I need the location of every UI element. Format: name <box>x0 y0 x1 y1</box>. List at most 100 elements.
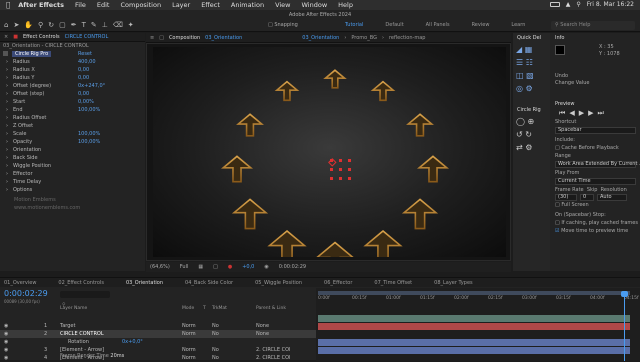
arrow-element[interactable] <box>314 241 356 277</box>
workspace-default[interactable]: Default <box>385 22 403 28</box>
resolution-select[interactable]: Full <box>180 264 189 270</box>
hand-tool-icon[interactable]: ✋ <box>24 21 33 29</box>
property-value[interactable]: 100,00% <box>78 139 100 145</box>
menu-effect[interactable]: Effect <box>201 1 220 9</box>
timeline-tab-7[interactable]: 08_Layer Types <box>434 280 472 286</box>
full-screen-checkbox[interactable]: □ Full Screen <box>551 201 640 209</box>
frame-rate-select[interactable]: (30) <box>555 194 577 201</box>
visibility-icon[interactable]: ◉ <box>4 323 8 329</box>
layer-name[interactable]: Rotation <box>68 339 89 345</box>
ec-property-row[interactable]: › Radius 400,00 <box>0 58 145 66</box>
visibility-icon[interactable]: ◉ <box>4 339 8 345</box>
menu-edit[interactable]: Edit <box>97 1 110 9</box>
visibility-icon[interactable]: ◉ <box>4 331 8 337</box>
if-caching-checkbox[interactable]: □ If caching, play cached frames <box>551 219 640 227</box>
timeline-tab-2[interactable]: 03_Orientation <box>126 280 163 286</box>
wifi-icon[interactable]: ▲ <box>566 1 571 8</box>
composition-canvas[interactable] <box>153 47 506 277</box>
layer-name[interactable]: Target <box>60 323 75 329</box>
layer-mode[interactable]: Norm <box>182 347 196 353</box>
arrow-element[interactable] <box>220 155 254 183</box>
search-help-input[interactable]: ⚲ Search Help <box>551 21 635 30</box>
ec-property-row[interactable]: › Radius X 0,00 <box>0 66 145 74</box>
search-icon[interactable]: ⚲ <box>576 1 580 8</box>
property-value[interactable]: 100,00% <box>78 107 100 113</box>
settings-icon[interactable]: ⚙ <box>526 84 533 93</box>
composition-tab-name[interactable]: 03_Orientation <box>205 35 242 41</box>
property-expand-icon[interactable]: › <box>6 139 8 145</box>
timeline-tab-0[interactable]: 01_Overview <box>4 280 36 286</box>
menu-help[interactable]: Help <box>338 1 353 9</box>
property-expand-icon[interactable]: › <box>6 67 8 73</box>
arrow-element[interactable] <box>363 229 403 264</box>
timeline-layer-row[interactable]: ◉ 1 Target Norm No None <box>0 322 316 330</box>
effect-controls-tab[interactable]: × ■ Effect Controls CIRCLE CONTROL <box>0 33 145 42</box>
layer-parent[interactable]: 2. CIRCLE COI <box>256 355 290 361</box>
orbit-tool-icon[interactable]: ↻ <box>48 21 54 29</box>
move-time-checkbox[interactable]: ☑ Move time to preview time <box>551 227 640 235</box>
menu-window[interactable]: Window <box>302 1 328 9</box>
layer-trkmat[interactable]: No <box>212 323 219 329</box>
timeline-layer-row[interactable]: ◉ 2 CIRCLE CONTROL Norm No None <box>0 330 316 338</box>
layer-bar-control[interactable] <box>318 323 630 330</box>
menu-view[interactable]: View <box>275 1 290 9</box>
property-expand-icon[interactable]: › <box>6 99 8 105</box>
property-expand-icon[interactable]: › <box>6 107 8 113</box>
timeline-graph[interactable]: 0:00f 00:15f 01:00f 01:15f 02:00f 02:15f 03:00… <box>316 288 640 361</box>
rig-shuffle-icon[interactable]: ⇄ <box>516 143 523 152</box>
breadcrumb-0[interactable]: 03_Orientation <box>302 35 339 41</box>
last-frame-icon[interactable]: ⏭ <box>597 109 607 117</box>
layer-mode[interactable]: Norm <box>182 355 196 361</box>
layer-bar-target[interactable] <box>318 315 630 322</box>
align-icon[interactable]: ☰ <box>516 58 523 67</box>
property-value[interactable]: 0,00 <box>78 91 89 97</box>
rig-gear-icon[interactable]: ⚙ <box>525 143 532 152</box>
play-icon[interactable]: ▶ <box>579 109 588 117</box>
composition-tab[interactable]: Composition <box>169 35 200 41</box>
close-icon[interactable]: × <box>4 34 8 40</box>
trim-icon[interactable]: ▧ <box>526 71 534 80</box>
arrow-element[interactable] <box>406 113 434 137</box>
layer-bar-arrow-4[interactable] <box>318 347 630 354</box>
rig-add-icon[interactable]: ⊕ <box>528 117 535 126</box>
timeline-tab-5[interactable]: 06_Effector <box>324 280 352 286</box>
property-expand-icon[interactable]: › <box>6 179 8 185</box>
layer-parent[interactable]: None <box>256 331 269 337</box>
workspace-tutorial[interactable]: Tutorial <box>345 22 363 28</box>
timeline-timecode[interactable]: 0:00:02:29 <box>4 289 48 298</box>
work-area-bar[interactable] <box>318 291 630 295</box>
layer-bar-arrow-3[interactable] <box>318 339 630 346</box>
property-expand-icon[interactable]: › <box>6 75 8 81</box>
layer-trkmat[interactable]: No <box>212 355 219 361</box>
distribute-icon[interactable]: ☷ <box>526 58 533 67</box>
ec-property-row[interactable]: › Z Offset <box>0 122 145 130</box>
property-expand-icon[interactable]: › <box>6 115 8 121</box>
layer-mode[interactable]: 0x+0,0° <box>122 339 143 345</box>
workspace-learn[interactable]: Learn <box>511 22 525 28</box>
brush-tool-icon[interactable]: ✎ <box>91 21 97 29</box>
composition-viewer[interactable] <box>146 43 511 277</box>
playhead-handle[interactable] <box>621 291 628 297</box>
ec-property-row[interactable]: › Radius Y 0,00 <box>0 74 145 82</box>
range-select[interactable]: Work Area Extended By Current ... <box>555 161 640 168</box>
rectangle-tool-icon[interactable]: ▢ <box>59 21 66 29</box>
layer-trkmat[interactable]: No <box>212 331 219 337</box>
apple-icon[interactable]:  <box>6 1 10 9</box>
menu-icon[interactable]: ≡ <box>150 35 154 41</box>
timeline-layer-row[interactable]: ◉ Rotation 0x+0,0° <box>0 338 316 346</box>
layers-icon[interactable]: ◫ <box>516 71 524 80</box>
ec-property-row[interactable]: › Time Delay <box>0 178 145 186</box>
property-expand-icon[interactable]: › <box>6 59 8 65</box>
skip-input[interactable]: 0 <box>580 194 594 201</box>
fill-icon[interactable]: ▦ <box>525 45 533 54</box>
selection-tool-icon[interactable]: ➤ <box>13 21 19 29</box>
stamp-tool-icon[interactable]: ⊥ <box>102 21 108 29</box>
property-expand-icon[interactable]: › <box>6 83 8 89</box>
menu-file[interactable]: File <box>75 1 86 9</box>
cache-checkbox[interactable]: □ Cache Before Playback <box>551 144 640 152</box>
grid-icon[interactable]: ▦ <box>198 264 203 270</box>
arrow-element[interactable] <box>267 229 307 264</box>
ec-property-row[interactable]: › Radius Offset <box>0 114 145 122</box>
layer-parent[interactable]: None <box>256 323 269 329</box>
property-expand-icon[interactable]: › <box>6 123 8 129</box>
